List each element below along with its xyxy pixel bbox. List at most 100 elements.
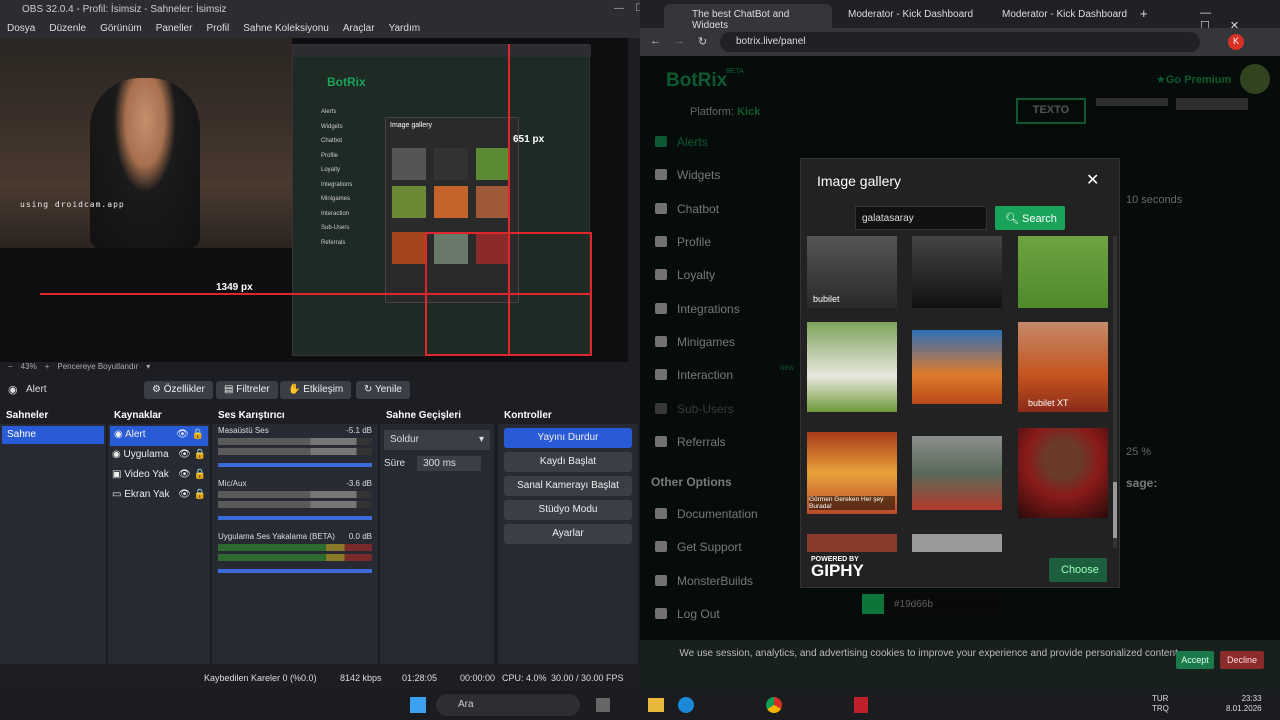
- volume-meter: [218, 544, 372, 551]
- gif-thumbnail[interactable]: bubilet XT: [1018, 322, 1108, 412]
- interact-button[interactable]: ✋ Etkileşim: [280, 381, 352, 399]
- source-item[interactable]: ◉ Uygulama 👁 🔒: [108, 446, 210, 466]
- reload-icon[interactable]: ↻: [698, 35, 707, 48]
- chrome-icon[interactable]: [766, 697, 782, 713]
- menu-help[interactable]: Yardım: [382, 20, 428, 34]
- filters-button[interactable]: ▤ Filtreler: [216, 381, 278, 399]
- tab-kick-1[interactable]: Moderator - Kick Dashboard: [820, 4, 981, 28]
- transition-select[interactable]: Soldur ▾: [384, 430, 490, 450]
- file-explorer-icon[interactable]: [648, 698, 664, 712]
- task-view-icon[interactable]: [596, 698, 610, 712]
- eye-icon: 👁 🔒: [178, 469, 206, 480]
- source-item[interactable]: ◉ Alert 👁 🔒: [110, 426, 208, 446]
- live-time: 01:28:05: [402, 673, 438, 683]
- source-toolbar: ◉ Alert ⚙ Özellikler ▤ Filtreler ✋ Etkil…: [0, 378, 640, 402]
- windows-taskbar: Ara TUR TRQ 23:33 8.01.2026: [0, 690, 1280, 720]
- nested-sidebar: Alerts Widgets Chatbot Profile Loyalty Integr…: [321, 109, 353, 246]
- gif-thumbnail[interactable]: [912, 330, 1002, 404]
- profile-avatar[interactable]: K: [1228, 34, 1244, 50]
- source-item[interactable]: ▭ Ekran Yak 👁 🔒: [108, 486, 210, 506]
- studio-mode-button[interactable]: Stüdyo Modu: [504, 500, 632, 520]
- obs-title-bar: OBS 32.0.4 - Profil: İsimsiz - Sahneler:…: [0, 0, 640, 20]
- edge-icon[interactable]: [678, 697, 694, 713]
- resize-to-window[interactable]: Pencereye Boyutlandır: [57, 362, 138, 371]
- zoom-level[interactable]: 43%: [21, 362, 37, 371]
- refresh-button[interactable]: ↻ Yenile: [356, 381, 410, 399]
- close-icon[interactable]: ✕: [1086, 170, 1099, 190]
- sources-dock: Kaynaklar ◉ Alert 👁 🔒 ◉ Uygulama 👁 🔒 ▣ Vid…: [108, 406, 210, 664]
- forward-icon[interactable]: →: [674, 35, 685, 47]
- gallery-scrollbar[interactable]: [1113, 236, 1117, 548]
- controls-header: Kontroller: [498, 406, 638, 424]
- cpu-usage: CPU: 4.0%: [502, 673, 547, 683]
- settings-button[interactable]: Ayarlar: [504, 524, 632, 544]
- accept-button[interactable]: Accept: [1176, 651, 1214, 669]
- gallery-search-input[interactable]: galatasaray: [855, 206, 987, 230]
- refresh-icon: ↻: [364, 384, 375, 395]
- gallery-search-button[interactable]: 🔍︎ Search: [995, 206, 1065, 230]
- start-recording-button[interactable]: Kaydı Başlat: [504, 452, 632, 472]
- gif-thumbnail[interactable]: [912, 236, 1002, 308]
- volume-slider[interactable]: [218, 516, 372, 520]
- taskbar-search[interactable]: Ara: [436, 694, 580, 716]
- start-virtual-camera-button[interactable]: Sanal Kamerayı Başlat: [504, 476, 632, 496]
- transitions-dock: Sahne Geçişleri Soldur ▾ Süre 300 ms: [380, 406, 494, 664]
- webcam-watermark: using droidcam.app: [20, 200, 125, 209]
- menu-scene-collection[interactable]: Sahne Koleksiyonu: [236, 20, 336, 34]
- record-time: 00:00:00: [460, 673, 496, 683]
- menu-edit[interactable]: Düzenle: [42, 20, 93, 34]
- nested-capture: BotRix Alerts Widgets Chatbot Profile Loyalt…: [292, 44, 591, 356]
- menu-view[interactable]: Görünüm: [93, 20, 149, 34]
- gif-thumbnail[interactable]: [1018, 236, 1108, 308]
- menu-tools[interactable]: Araçlar: [336, 20, 382, 34]
- eye-icon: 👁 🔒: [178, 449, 206, 460]
- menu-profile[interactable]: Profil: [199, 20, 236, 34]
- volume-meter: [218, 491, 372, 498]
- obs-menu-bar: Dosya Düzenle Görünüm Paneller Profil Sahne K…: [0, 20, 640, 38]
- mixer-track: Masaüstü Ses -5.1 dB: [212, 424, 378, 477]
- eye-icon: 👁 🔒: [178, 489, 206, 500]
- duration-input[interactable]: 300 ms: [417, 456, 482, 471]
- alert-source-icon: ◉: [8, 384, 18, 396]
- gallery-title: Image gallery: [817, 173, 902, 189]
- zoom-out-icon[interactable]: −: [8, 362, 13, 371]
- back-icon[interactable]: ←: [650, 35, 661, 47]
- tab-botrix[interactable]: The best ChatBot and Widgets: [664, 4, 832, 31]
- source-item[interactable]: ▣ Video Yak 👁 🔒: [108, 466, 210, 486]
- clock[interactable]: 23:33 8.01.2026: [1226, 694, 1262, 714]
- app-icon: ◉: [112, 449, 124, 460]
- camera-icon: ▣: [112, 469, 125, 480]
- scene-item[interactable]: Sahne: [2, 426, 104, 444]
- controls-dock: Kontroller Yayını Durdur Kaydı Başlat Sa…: [498, 406, 638, 664]
- gif-thumbnail[interactable]: bubilet: [807, 236, 897, 308]
- choose-button[interactable]: Choose: [1049, 558, 1107, 582]
- new-tab-icon[interactable]: +: [1140, 6, 1148, 21]
- menu-file[interactable]: Dosya: [0, 20, 42, 34]
- volume-slider[interactable]: [218, 463, 372, 467]
- decline-button[interactable]: Decline: [1220, 651, 1264, 669]
- gif-thumbnail[interactable]: Görmen Gereken Her şey Burada!: [807, 432, 897, 514]
- browser-icon: ◉: [114, 429, 125, 440]
- volume-slider[interactable]: [218, 569, 372, 573]
- mixer-track: Mic/Aux -3.6 dB: [212, 477, 378, 530]
- stop-streaming-button[interactable]: Yayını Durdur: [504, 428, 632, 448]
- windows-start-icon[interactable]: [410, 697, 426, 713]
- properties-button[interactable]: ⚙ Özellikler: [144, 381, 213, 399]
- zoom-in-icon[interactable]: +: [45, 362, 50, 371]
- address-bar[interactable]: botrix.live/panel: [720, 32, 1200, 52]
- chrome-tabstrip: The best ChatBot and Widgets Moderator -…: [640, 0, 1280, 32]
- scenes-dock: Sahneler Sahne: [0, 406, 106, 664]
- gif-thumbnail[interactable]: [912, 436, 1002, 510]
- menu-docks[interactable]: Paneller: [149, 20, 200, 34]
- scenes-header: Sahneler: [0, 406, 106, 424]
- language-indicator[interactable]: TUR TRQ: [1152, 694, 1169, 714]
- gif-thumbnail[interactable]: [1018, 428, 1108, 518]
- sources-header: Kaynaklar: [108, 406, 210, 424]
- gif-thumbnail[interactable]: [912, 534, 1002, 552]
- width-readout: 1349 px: [216, 282, 253, 293]
- gif-thumbnail[interactable]: [807, 534, 897, 552]
- obs-taskbar-icon[interactable]: [854, 697, 868, 713]
- gif-thumbnail[interactable]: [807, 322, 897, 412]
- mixer-track: Uygulama Ses Yakalama (BETA) 0.0 dB: [212, 530, 378, 583]
- tab-kick-2[interactable]: Moderator - Kick Dashboard: [974, 4, 1135, 28]
